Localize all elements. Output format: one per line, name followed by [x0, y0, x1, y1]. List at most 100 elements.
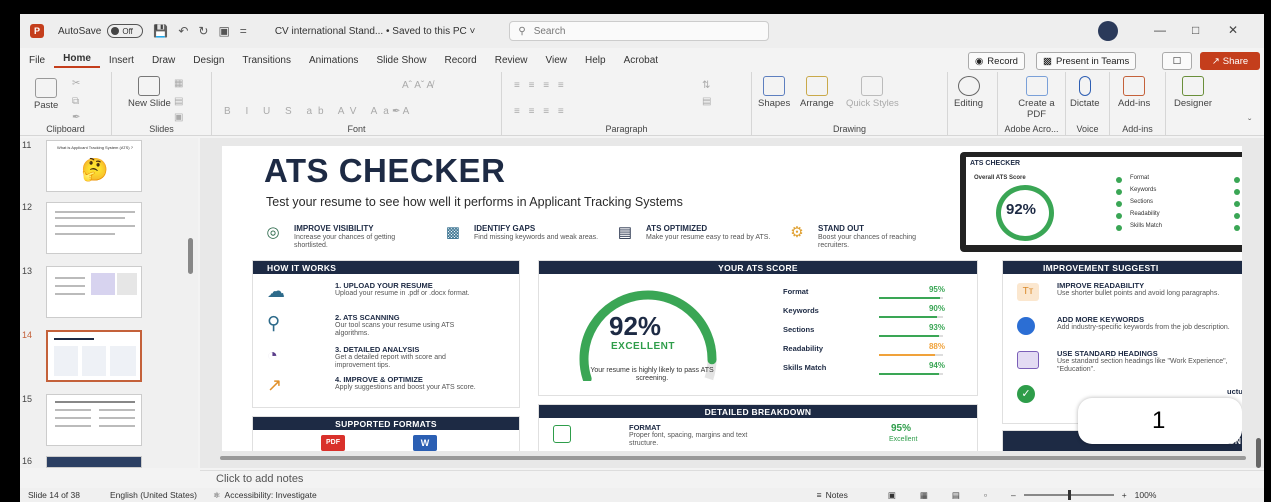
metric-value: 90% — [928, 304, 945, 313]
customize-toolbar-icon[interactable]: = — [240, 24, 247, 38]
format-painter-icon[interactable]: ✒ — [72, 112, 80, 123]
check-dot-icon — [1116, 189, 1122, 195]
designer-button[interactable]: Designer — [1174, 76, 1212, 109]
create-pdf-button[interactable]: Create a PDF — [1008, 76, 1065, 120]
arrange-button[interactable]: Arrange — [800, 76, 834, 109]
tab-review[interactable]: Review — [486, 55, 537, 66]
editor-scrollbar[interactable] — [220, 456, 1246, 460]
designer-icon — [1182, 76, 1205, 96]
zoom-slider-thumb[interactable] — [1067, 490, 1071, 500]
tab-record[interactable]: Record — [435, 55, 485, 66]
slide-thumbnail[interactable] — [46, 266, 142, 318]
slide-sorter-icon[interactable]: ▦ — [920, 490, 928, 501]
zoom-in-icon[interactable]: + — [1122, 490, 1127, 500]
language-indicator[interactable]: English (United States) — [110, 490, 197, 500]
share-icon: ↗ — [1211, 55, 1220, 67]
restore-icon[interactable]: □ — [1192, 23, 1199, 37]
metric-label: Sections — [783, 325, 815, 334]
text-direction-icon[interactable]: ⇅ — [702, 80, 710, 91]
editing-button[interactable]: Editing — [954, 76, 983, 109]
slide-thumbnail[interactable] — [46, 202, 142, 254]
cut-icon[interactable]: ✂ — [72, 78, 80, 89]
section-icon[interactable]: ▣ — [174, 112, 183, 123]
tab-view[interactable]: View — [537, 55, 577, 66]
metric-value: 94% — [928, 361, 945, 370]
search-box[interactable]: ⚲ Search — [509, 21, 770, 41]
zoom-slider[interactable] — [1023, 490, 1114, 500]
pdf-icon — [1025, 76, 1048, 96]
document-title[interactable]: CV international Stand... • Saved to thi… — [275, 26, 476, 37]
metric-skills-match: Skills Match 94% — [783, 361, 953, 379]
copy-icon[interactable]: ⧉ — [72, 96, 79, 107]
slide-thumbnail[interactable]: What is Applicant Tracking System (ATS) … — [46, 140, 142, 192]
tab-acrobat[interactable]: Acrobat — [615, 55, 667, 66]
zoom-out-icon[interactable]: – — [1011, 490, 1016, 500]
slide-title[interactable]: ATS CHECKER — [264, 152, 505, 190]
tab-animations[interactable]: Animations — [300, 55, 367, 66]
tab-file[interactable]: File — [20, 55, 54, 66]
undo-icon[interactable]: ↶ — [178, 24, 188, 38]
record-button[interactable]: ◉ Record — [968, 52, 1025, 70]
align-icons[interactable]: ≡ ≡ ≡ ≡ — [514, 106, 567, 117]
list-icons[interactable]: ≡ ≡ ≡ ≡ — [514, 80, 567, 91]
notes-icon: ≡ — [816, 490, 822, 500]
comments-button[interactable]: ☐ — [1162, 52, 1192, 70]
autosave-toggle[interactable]: Off — [107, 24, 144, 38]
align-text-icon[interactable]: ▤ — [702, 96, 711, 107]
quick-styles-button[interactable]: Quick Styles — [846, 76, 899, 109]
share-label: Share — [1222, 55, 1249, 67]
present-from-beginning-icon[interactable]: ▣ — [218, 24, 229, 38]
font-format-icons[interactable]: B I U S ab AV Aa — [224, 106, 395, 117]
font-color-icon[interactable]: ✒ A — [392, 106, 409, 117]
paste-button[interactable]: Paste — [34, 78, 58, 111]
close-icon[interactable]: ✕ — [1228, 23, 1238, 37]
check-dot-icon — [1116, 201, 1122, 207]
normal-view-icon[interactable]: ▣ — [888, 490, 896, 501]
thumbnail-scrollbar[interactable] — [188, 238, 193, 274]
slide-subtitle[interactable]: Test your resume to see how well it perf… — [266, 195, 683, 209]
notes-pane[interactable]: Click to add notes — [200, 470, 1264, 488]
format-doc-icon — [553, 425, 571, 443]
metric-label: Skills Match — [783, 363, 827, 372]
addins-button[interactable]: Add-ins — [1118, 76, 1150, 109]
new-slide-button[interactable]: New Slide — [128, 76, 171, 109]
reading-view-icon[interactable]: ▤ — [952, 490, 960, 501]
save-icon[interactable]: 💾 — [153, 24, 168, 38]
slide-thumbnail-panel[interactable]: 11 What is Applicant Tracking System (AT… — [20, 138, 198, 468]
autosave-label: AutoSave — [58, 25, 102, 37]
microphone-icon — [1078, 76, 1091, 96]
accessibility-status[interactable]: Accessibility: Investigate — [225, 490, 317, 500]
voice-group: Dictate Voice — [1066, 72, 1110, 136]
tab-help[interactable]: Help — [576, 55, 615, 66]
collapse-ribbon-icon[interactable]: ˇ — [1248, 118, 1251, 129]
slide-editor[interactable]: ATS CHECKER Test your resume to see how … — [200, 138, 1264, 468]
dictate-button[interactable]: Dictate — [1070, 76, 1100, 109]
tab-transitions[interactable]: Transitions — [233, 55, 300, 66]
tab-slide-show[interactable]: Slide Show — [367, 55, 435, 66]
tab-draw[interactable]: Draw — [143, 55, 184, 66]
slideshow-icon[interactable]: ▫ — [984, 490, 987, 500]
present-in-teams-button[interactable]: ▩ Present in Teams — [1036, 52, 1137, 70]
redo-icon[interactable]: ↻ — [198, 24, 208, 38]
layout-icon[interactable]: ▦ — [174, 78, 183, 89]
slide-thumbnail[interactable] — [46, 330, 142, 382]
tab-design[interactable]: Design — [184, 55, 233, 66]
slide-thumbnail[interactable] — [46, 394, 142, 446]
reset-icon[interactable]: ▤ — [174, 96, 183, 107]
metric-sections: Sections 93% — [783, 323, 953, 341]
current-slide[interactable]: ATS CHECKER Test your resume to see how … — [222, 146, 1242, 451]
font-size-icon[interactable]: Aˆ Aˇ A̸ — [402, 80, 433, 91]
zoom-level[interactable]: 100% — [1135, 490, 1157, 500]
slide-thumbnail[interactable] — [46, 456, 142, 468]
feature-desc: Boost your chances of reaching recruiter… — [818, 234, 917, 249]
vertical-scrollbar[interactable] — [1256, 438, 1261, 468]
voice-label: Voice — [1076, 124, 1099, 134]
shapes-button[interactable]: Shapes — [758, 76, 790, 109]
notes-toggle[interactable]: Notes — [826, 490, 848, 500]
tab-insert[interactable]: Insert — [100, 55, 143, 66]
minimize-icon[interactable]: — — [1154, 23, 1166, 37]
avatar[interactable] — [1098, 21, 1118, 41]
tab-home[interactable]: Home — [54, 53, 100, 68]
share-button[interactable]: ↗ Share — [1200, 52, 1260, 70]
title-bar: P AutoSave Off 💾 ↶ ↻ ▣ = CV internationa… — [20, 14, 1264, 48]
